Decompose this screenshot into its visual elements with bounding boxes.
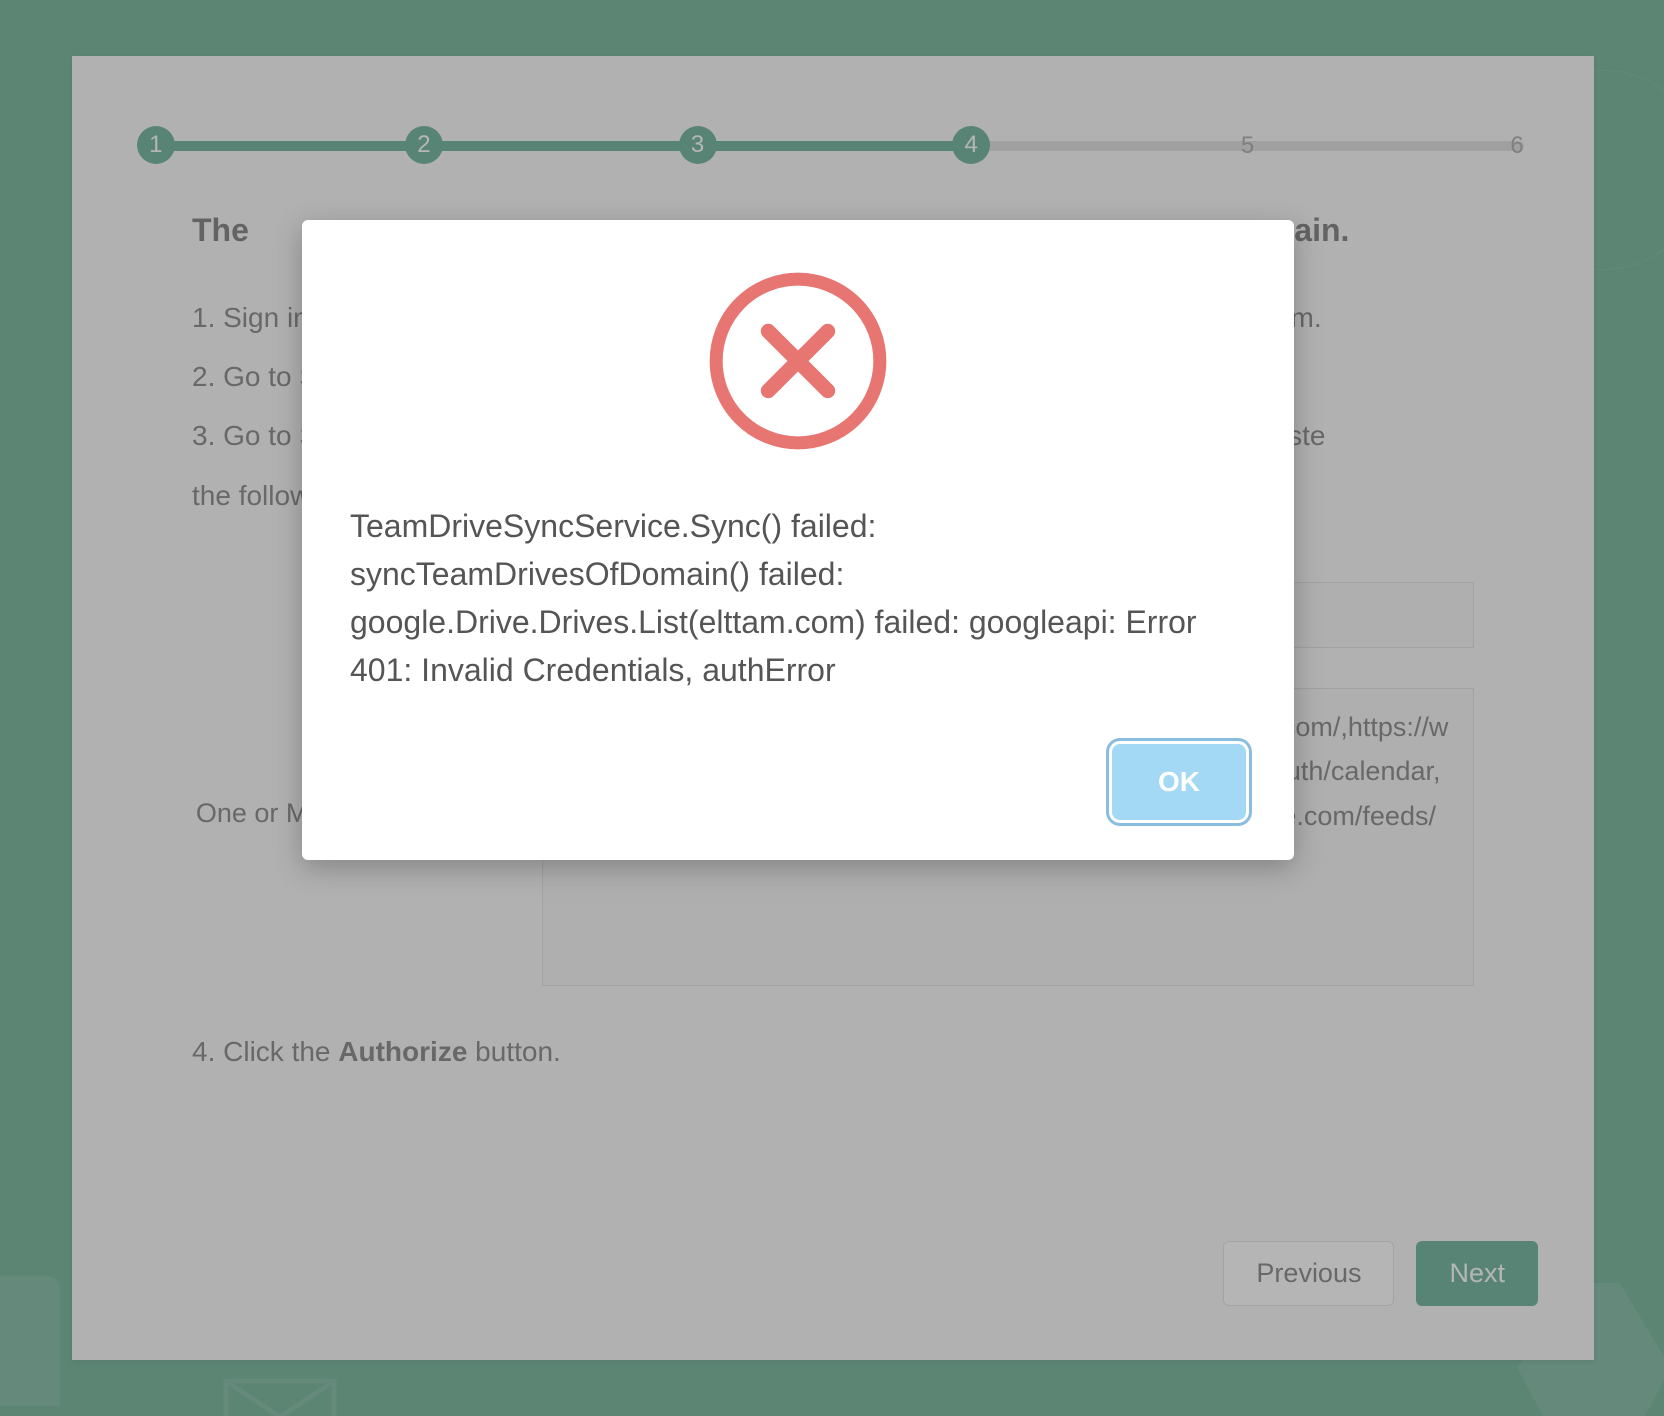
error-message: TeamDriveSyncService.Sync() failed: sync… (350, 502, 1246, 694)
modal-footer: OK (350, 744, 1246, 820)
ok-button[interactable]: OK (1112, 744, 1246, 820)
error-modal: TeamDriveSyncService.Sync() failed: sync… (302, 220, 1294, 860)
error-icon (705, 268, 891, 454)
app-background: 1 2 3 4 5 6 The hidden behind modal text… (0, 0, 1664, 1416)
